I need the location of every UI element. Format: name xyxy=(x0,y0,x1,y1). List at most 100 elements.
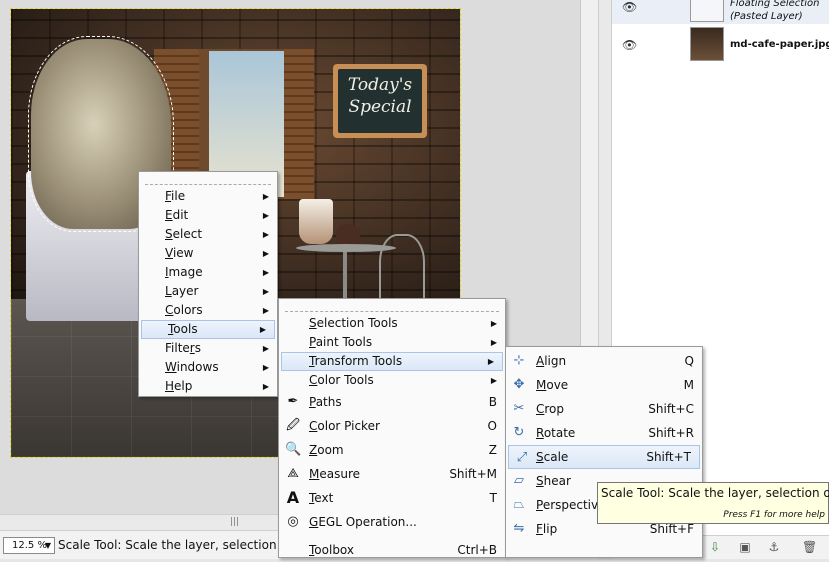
menu-item-label: Perspective xyxy=(536,498,606,512)
menu-item-label: Tools xyxy=(168,322,198,336)
menu-item-label: Flip xyxy=(536,522,558,536)
submenu-arrow-icon: ▶ xyxy=(490,376,497,385)
menu-item-label: Shear xyxy=(536,474,571,488)
menu-item-align[interactable]: ⊹ Align Q xyxy=(506,349,702,373)
tools-submenu: Selection Tools ▶ Paint Tools ▶ Transform To… xyxy=(278,298,506,558)
menu-item-label: Move xyxy=(536,378,569,392)
menu-item-layer[interactable]: Layer ▶ xyxy=(139,282,277,301)
menu-item-label: Color Tools xyxy=(309,373,374,387)
lower-layer-icon[interactable]: ⇩ xyxy=(708,540,722,554)
menu-item-label: Image xyxy=(165,265,203,279)
menu-item-label: Colors xyxy=(165,303,203,317)
menu-shortcut: B xyxy=(488,395,497,409)
menu-item-view[interactable]: View ▶ xyxy=(139,244,277,263)
menu-item-label: Measure xyxy=(309,467,361,481)
color-picker-icon: 🖉 xyxy=(286,418,300,433)
menu-item-label: File xyxy=(165,189,186,203)
menu-item-label: Paint Tools xyxy=(309,335,373,349)
menu-item-gegl-operation[interactable]: ◎ GEGL Operation... xyxy=(279,510,505,534)
menu-tearoff[interactable] xyxy=(285,303,499,312)
menu-shortcut: M xyxy=(683,378,694,392)
menu-item-crop[interactable]: ✂ Crop Shift+C xyxy=(506,397,702,421)
chevron-down-icon[interactable]: ▼ xyxy=(43,538,53,553)
menu-tearoff[interactable] xyxy=(145,176,271,185)
crop-icon: ✂ xyxy=(513,401,525,416)
menu-item-label: Select xyxy=(165,227,203,241)
flip-icon: ⇋ xyxy=(513,521,525,536)
cafe-chair xyxy=(379,234,425,304)
layer-row-background[interactable]: 👁 md-cafe-paper.jpg xyxy=(612,24,829,68)
scroll-grip-icon[interactable]: ||| xyxy=(230,518,242,527)
menu-item-measure[interactable]: ⟁ Measure Shift+M xyxy=(279,462,505,486)
menu-item-colors[interactable]: Colors ▶ xyxy=(139,301,277,320)
menu-item-zoom[interactable]: 🔍 Zoom Z xyxy=(279,438,505,462)
menu-item-label: Edit xyxy=(165,208,189,222)
menu-item-transform-tools[interactable]: Transform Tools ▶ xyxy=(281,352,503,371)
menu-item-filters[interactable]: Filters ▶ xyxy=(139,339,277,358)
gegl-icon: ◎ xyxy=(287,514,299,529)
menu-shortcut: Shift+C xyxy=(648,402,694,416)
window-shutter-right xyxy=(284,49,314,199)
menu-item-label: Windows xyxy=(165,360,219,374)
menu-item-windows[interactable]: Windows ▶ xyxy=(139,358,277,377)
eye-icon[interactable]: 👁 xyxy=(622,0,638,14)
menu-item-paint-tools[interactable]: Paint Tools ▶ xyxy=(279,333,505,352)
submenu-arrow-icon: ▶ xyxy=(262,192,269,201)
submenu-arrow-icon: ▶ xyxy=(262,211,269,220)
menu-item-select[interactable]: Select ▶ xyxy=(139,225,277,244)
menu-item-paths[interactable]: ✒ Paths B xyxy=(279,390,505,414)
menu-item-tools[interactable]: Tools ▶ xyxy=(141,320,275,339)
menu-item-rotate[interactable]: ↻ Rotate Shift+R xyxy=(506,421,702,445)
zoom-select[interactable]: 12.5 % ▼ xyxy=(3,537,55,554)
zoom-value: 12.5 % xyxy=(12,540,47,551)
measure-icon: ⟁ xyxy=(287,466,299,481)
menu-item-color-picker[interactable]: 🖉 Color Picker O xyxy=(279,414,505,438)
menu-item-edit[interactable]: Edit ▶ xyxy=(139,206,277,225)
duplicate-layer-icon[interactable]: ▣ xyxy=(738,540,752,554)
cupcake xyxy=(336,224,360,244)
menu-item-label: View xyxy=(165,246,194,260)
menu-item-label: Transform Tools xyxy=(309,354,403,368)
menu-item-scale[interactable]: ⤢ Scale Shift+T xyxy=(508,445,700,469)
menu-item-text[interactable]: A Text T xyxy=(279,486,505,510)
delete-layer-icon[interactable]: 🗑 xyxy=(802,540,817,554)
coffee-cup xyxy=(299,199,333,244)
eye-icon[interactable]: 👁 xyxy=(622,38,638,52)
menu-item-move[interactable]: ✥ Move M xyxy=(506,373,702,397)
menu-item-image[interactable]: Image ▶ xyxy=(139,263,277,282)
submenu-arrow-icon: ▶ xyxy=(262,249,269,258)
anchor-icon[interactable]: ⚓ xyxy=(767,540,781,554)
tooltip: Scale Tool: Scale the layer, selection o… xyxy=(597,482,829,524)
menu-item-file[interactable]: File ▶ xyxy=(139,187,277,206)
submenu-arrow-icon: ▶ xyxy=(262,287,269,296)
menu-shortcut: Z xyxy=(488,443,497,457)
chalkboard-line-2: Special xyxy=(348,97,412,117)
layer-thumbnail xyxy=(690,0,724,22)
submenu-arrow-icon: ▶ xyxy=(490,319,497,328)
menu-shortcut: Shift+T xyxy=(646,450,691,464)
menu-item-label: Layer xyxy=(165,284,199,298)
image-context-menu: File ▶ Edit ▶ Select ▶ View ▶ Image ▶ Layer ▶ Colors… xyxy=(138,171,278,397)
submenu-arrow-icon: ▶ xyxy=(262,344,269,353)
layer-name: md-cafe-paper.jpg xyxy=(730,39,829,50)
menu-item-label: Crop xyxy=(536,402,565,416)
tooltip-text: Scale Tool: Scale the layer, selection o… xyxy=(601,486,829,500)
submenu-arrow-icon: ▶ xyxy=(259,325,266,334)
menu-item-label: Toolbox xyxy=(309,543,355,557)
layer-thumbnail xyxy=(690,27,724,61)
menu-shortcut: T xyxy=(489,491,497,505)
menu-shortcut: Shift+R xyxy=(648,426,694,440)
text-icon: A xyxy=(286,488,300,507)
menu-item-help[interactable]: Help ▶ xyxy=(139,377,277,396)
tooltip-hint: Press F1 for more help xyxy=(723,510,825,520)
align-icon: ⊹ xyxy=(513,353,525,368)
menu-item-selection-tools[interactable]: Selection Tools ▶ xyxy=(279,314,505,333)
paths-icon: ✒ xyxy=(287,394,299,409)
menu-shortcut: Shift+M xyxy=(449,467,497,481)
menu-item-color-tools[interactable]: Color Tools ▶ xyxy=(279,371,505,390)
menu-item-toolbox[interactable]: Toolbox Ctrl+B xyxy=(279,538,505,562)
scale-icon: ⤢ xyxy=(516,450,528,465)
menu-item-label: Color Picker xyxy=(309,419,380,433)
layer-row-floating[interactable]: 👁 Floating Selection (Pasted Layer) xyxy=(612,0,829,24)
menu-item-label: GEGL Operation... xyxy=(309,515,417,529)
